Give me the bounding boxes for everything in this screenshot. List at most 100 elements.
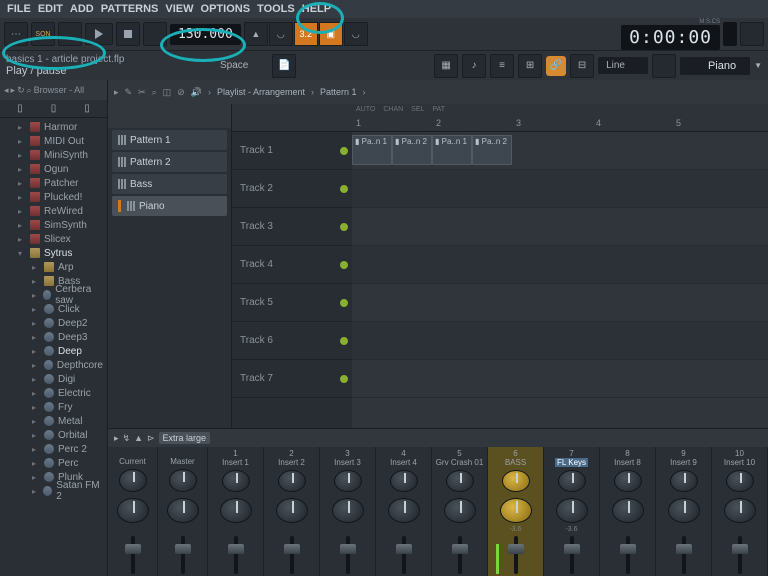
tempo-display[interactable]: 130.000 (170, 24, 241, 45)
countdown-icon[interactable]: 3.2 (294, 22, 318, 46)
view-piano-roll-icon[interactable]: ♪ (462, 54, 486, 78)
mixer-strip[interactable]: 7FL Keys -3.6 (544, 447, 600, 576)
browser-tab-icon[interactable]: ▯ (84, 103, 90, 114)
tree-item[interactable]: ▸Digi (0, 372, 107, 386)
dropdown-icon[interactable]: ▼ (754, 61, 762, 70)
track-row[interactable]: ▮ Pa..n 1▮ Pa..n 2▮ Pa..n 1▮ Pa..n 2 (352, 132, 768, 170)
play-button[interactable] (85, 23, 113, 45)
mixer-zoom-label[interactable]: Extra large (159, 432, 211, 444)
pl-tool-icon[interactable]: ◫ (163, 87, 172, 98)
pl-tool-icon[interactable]: ✎ (125, 87, 133, 98)
mixer-tool-icon[interactable]: ▲ (134, 433, 143, 443)
tree-item[interactable]: ▸Deep (0, 344, 107, 358)
track-row[interactable] (352, 208, 768, 246)
track-row[interactable] (352, 360, 768, 398)
tree-item[interactable]: ▾Sytrus (0, 246, 107, 260)
playlist-grid[interactable]: AUTOCHANSELPAT 12345 ▮ Pa..n 1▮ Pa..n 2▮… (352, 104, 768, 428)
blend-icon[interactable]: ▣ (319, 22, 343, 46)
clip[interactable]: ▮ Pa..n 2 (472, 135, 512, 165)
back-icon[interactable]: ◂ (4, 85, 9, 96)
tree-item[interactable]: ▸Satan FM 2 (0, 484, 107, 498)
timeline-ruler[interactable]: AUTOCHANSELPAT 12345 (352, 104, 768, 132)
tree-item[interactable]: ▸Cerbera saw (0, 288, 107, 302)
mixer-strip[interactable]: Master (158, 447, 208, 576)
menu-options[interactable]: OPTIONS (198, 3, 254, 15)
tree-item[interactable]: ▸Perc (0, 456, 107, 470)
mixer-strip[interactable]: Current (108, 447, 158, 576)
mixer-strip[interactable]: 4Insert 4 (376, 447, 432, 576)
tree-item[interactable]: ▸Ogun (0, 162, 107, 176)
mixer-tool-icon[interactable]: ↯ (123, 433, 131, 444)
pl-menu-icon[interactable]: ▸ (114, 87, 119, 98)
fwd-icon[interactable]: ▸ (11, 85, 16, 96)
track-header[interactable]: Track 7 (232, 360, 352, 398)
pl-tool-icon[interactable]: ⊘ (177, 87, 185, 98)
link-icon[interactable]: 🔗 (546, 56, 566, 76)
mixer-strip[interactable]: 2Insert 2 (264, 447, 320, 576)
pl-tab[interactable]: SEL (411, 106, 424, 113)
pl-tab[interactable]: PAT (432, 106, 445, 113)
pl-tool-icon[interactable]: ✂ (138, 87, 146, 98)
tree-item[interactable]: ▸MiniSynth (0, 148, 107, 162)
tree-item[interactable]: ▸Plucked! (0, 190, 107, 204)
tree-item[interactable]: ▸Metal (0, 414, 107, 428)
menu-file[interactable]: FILE (4, 3, 34, 15)
view-channel-rack-icon[interactable]: ≡ (490, 54, 514, 78)
track-row[interactable] (352, 322, 768, 360)
mixer-strip[interactable]: 8Insert 8 (600, 447, 656, 576)
tree-item[interactable]: ▸Depthcore (0, 358, 107, 372)
track-header[interactable]: Track 4 (232, 246, 352, 284)
view-mixer-icon[interactable]: ⊞ (518, 54, 542, 78)
wait-icon[interactable]: ◡ (269, 22, 293, 46)
snap-off-icon[interactable] (652, 54, 676, 78)
pl-tool-icon[interactable]: 🔊 (191, 87, 202, 98)
record-button[interactable] (143, 22, 167, 46)
pattern-item[interactable]: Pattern 1 (112, 130, 227, 150)
browser-header[interactable]: ◂ ▸ ↻ ⌕ Browser - All (0, 80, 107, 100)
search-icon[interactable]: ⌕ (27, 85, 32, 96)
pattern-item[interactable]: Piano (112, 196, 227, 216)
track-header[interactable]: Track 3 (232, 208, 352, 246)
track-header[interactable]: Track 5 (232, 284, 352, 322)
loop-icon[interactable]: ◡ (344, 22, 368, 46)
clip[interactable]: ▮ Pa..n 1 (352, 135, 392, 165)
tree-item[interactable]: ▸Arp (0, 260, 107, 274)
track-row[interactable] (352, 246, 768, 284)
menu-edit[interactable]: EDIT (35, 3, 66, 15)
menu-tools[interactable]: TOOLS (254, 3, 298, 15)
track-header[interactable]: Track 6 (232, 322, 352, 360)
time-display[interactable]: 0:00:00 (621, 25, 720, 50)
menu-view[interactable]: VIEW (162, 3, 196, 15)
pl-tab[interactable]: CHAN (383, 106, 403, 113)
menu-patterns[interactable]: PATTERNS (98, 3, 162, 15)
tree-item[interactable]: ▸Perc 2 (0, 442, 107, 456)
mixer-strip[interactable]: 10Insert 10 (712, 447, 768, 576)
pl-tool-icon[interactable]: ⌕ (152, 87, 157, 98)
song-mode-button[interactable]: SON (31, 22, 55, 46)
view-playlist-icon[interactable]: ▦ (434, 54, 458, 78)
tree-item[interactable]: ▸Slicex (0, 232, 107, 246)
tree-item[interactable]: ▸Orbital (0, 428, 107, 442)
mixer-strip[interactable]: 9Insert 9 (656, 447, 712, 576)
tree-item[interactable]: ▸SimSynth (0, 218, 107, 232)
browser-tab-icon[interactable]: ▯ (17, 103, 23, 114)
options-icon[interactable]: ⋯ (4, 22, 28, 46)
history-icon[interactable]: 📄 (272, 54, 296, 78)
tree-item[interactable]: ▸Fry (0, 400, 107, 414)
mixer-strip[interactable]: 6BASS -3.6 (488, 447, 544, 576)
mixer-strip[interactable]: 1Insert 1 (208, 447, 264, 576)
tree-item[interactable]: ▸Electric (0, 386, 107, 400)
tree-item[interactable]: ▸MIDI Out (0, 134, 107, 148)
tree-item[interactable]: ▸Deep2 (0, 316, 107, 330)
track-row[interactable] (352, 284, 768, 322)
track-header[interactable]: Track 2 (232, 170, 352, 208)
pattern-item[interactable]: Pattern 2 (112, 152, 227, 172)
main-volume[interactable] (740, 22, 764, 46)
tree-item[interactable]: ▸Patcher (0, 176, 107, 190)
tree-item[interactable]: ▸Harmor (0, 120, 107, 134)
view-browser-icon[interactable]: ⊟ (570, 54, 594, 78)
time-mode-label[interactable]: M:S:CS (621, 19, 720, 25)
reload-icon[interactable]: ↻ (17, 85, 25, 96)
browser-tab-icon[interactable]: ▯ (51, 103, 57, 114)
mixer-menu-icon[interactable]: ▸ (114, 433, 119, 444)
